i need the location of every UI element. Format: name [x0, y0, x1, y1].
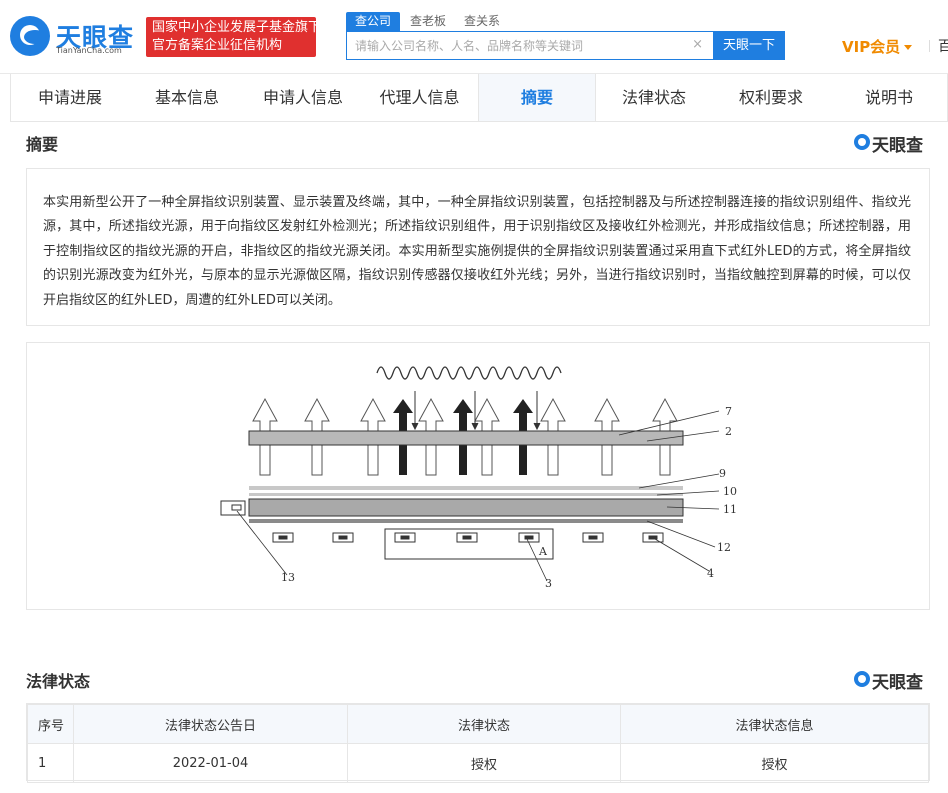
badge-line-2: 官方备案企业征信机构 — [152, 38, 283, 53]
tab-agent-info[interactable]: 代理人信息 — [361, 74, 478, 121]
tianyancha-logo[interactable]: 天眼查 TianYanCha.com — [10, 16, 135, 58]
table-row: 1 2022-01-04 授权 授权 — [27, 743, 929, 783]
logo-subtitle: TianYanCha.com — [56, 46, 122, 55]
component-13-inner — [231, 504, 242, 511]
col-index: 序号 — [27, 704, 74, 744]
col-legal-status-info: 法律状态信息 — [620, 704, 929, 744]
watermark-text: 天眼查 — [872, 673, 923, 693]
search-tab-company[interactable]: 查公司 — [346, 12, 401, 32]
search-box: × — [346, 31, 714, 60]
tab-basic-info[interactable]: 基本信息 — [129, 74, 245, 121]
label-9: 9 — [719, 467, 726, 480]
header-more-link[interactable]: 百 — [938, 36, 948, 56]
tianyancha-mark-icon — [854, 134, 870, 150]
search-tab-relation[interactable]: 查关系 — [464, 12, 500, 32]
patent-figure: 7 2 9 10 11 12 13 4 3 A — [26, 342, 930, 610]
search-input[interactable] — [347, 32, 687, 59]
abstract-box: 本实用新型公开了一种全屏指纹识别装置、显示装置及终端，其中，一种全屏指纹识别装置… — [26, 168, 930, 326]
label-12: 12 — [717, 541, 731, 554]
detail-tab-bar: 申请进展 基本信息 申请人信息 代理人信息 摘要 法律状态 权利要求 说明书 — [10, 74, 948, 122]
badge-line-1: 国家中小企业发展子基金旗下 — [152, 20, 322, 35]
chevron-down-icon — [904, 45, 913, 50]
abstract-text: 本实用新型公开了一种全屏指纹识别装置、显示装置及终端，其中，一种全屏指纹识别装置… — [43, 195, 911, 308]
col-legal-status: 法律状态 — [347, 704, 621, 744]
clear-search-icon[interactable]: × — [692, 37, 703, 52]
legal-status-table: 序号 法律状态公告日 法律状态 法律状态信息 1 2022-01-04 授权 授… — [26, 703, 930, 783]
wavy-light-line — [376, 366, 562, 380]
label-10: 10 — [723, 485, 737, 498]
led-row — [272, 532, 664, 543]
cell-legal-status-info: 授权 — [620, 743, 929, 783]
cell-announce-date: 2022-01-04 — [73, 743, 348, 783]
tab-specification[interactable]: 说明书 — [830, 74, 948, 121]
label-7: 7 — [725, 405, 732, 418]
label-13: 13 — [281, 571, 295, 584]
col-announce-date: 法律状态公告日 — [73, 704, 348, 744]
top-header: 天眼查 TianYanCha.com 国家中小企业发展子基金旗下 官方备案企业征… — [0, 0, 948, 74]
search-button[interactable]: 天眼一下 — [713, 31, 785, 60]
layer-12-bar — [249, 519, 683, 523]
official-badge: 国家中小企业发展子基金旗下 官方备案企业征信机构 — [146, 17, 322, 57]
layer-10-bar — [249, 493, 683, 496]
layer-9-bar — [249, 486, 683, 490]
cell-index: 1 — [27, 743, 74, 783]
abstract-title: 摘要 — [26, 135, 59, 154]
tianyancha-mark-icon — [854, 671, 870, 687]
tab-applicant-info[interactable]: 申请人信息 — [245, 74, 361, 121]
label-11: 11 — [723, 503, 737, 516]
tab-application-progress[interactable]: 申请进展 — [11, 74, 129, 121]
tab-abstract[interactable]: 摘要 — [478, 74, 596, 121]
layer-2-bar — [248, 430, 684, 446]
label-3: 3 — [545, 577, 552, 590]
search-tab-boss[interactable]: 查老板 — [410, 12, 446, 32]
table-header-row: 序号 法律状态公告日 法律状态 法律状态信息 — [27, 704, 929, 744]
header-divider — [929, 40, 930, 52]
logo-mark-icon — [10, 16, 50, 56]
vip-member-menu[interactable]: VIP会员 — [842, 36, 913, 57]
tab-claims[interactable]: 权利要求 — [712, 74, 830, 121]
label-4: 4 — [707, 567, 714, 580]
vip-label: VIP会员 — [842, 38, 901, 56]
layer-11-bar — [248, 498, 684, 517]
watermark-text: 天眼查 — [872, 136, 923, 156]
cell-legal-status: 授权 — [347, 743, 621, 783]
legal-status-title: 法律状态 — [26, 672, 91, 691]
patent-drawing: 7 2 9 10 11 12 13 4 3 A — [220, 366, 737, 590]
label-A: A — [538, 545, 548, 558]
tab-legal-status[interactable]: 法律状态 — [596, 74, 712, 121]
label-2: 2 — [725, 425, 732, 438]
